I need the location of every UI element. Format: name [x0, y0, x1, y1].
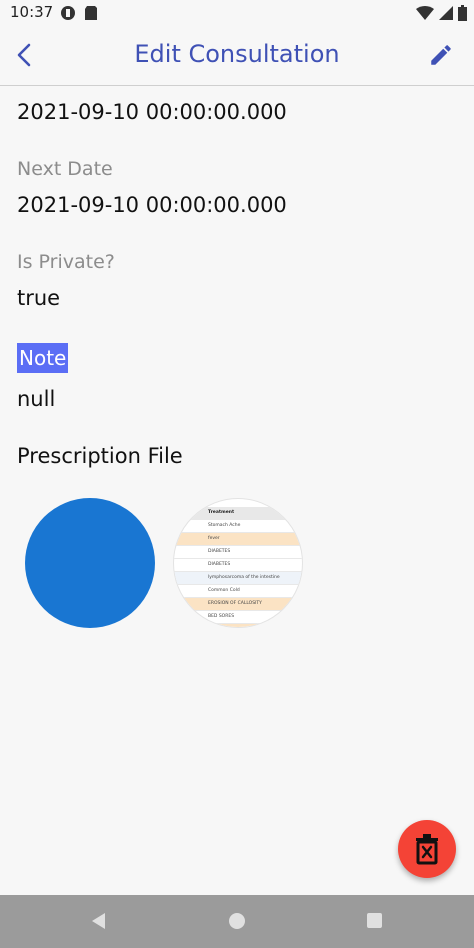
prescription-file-title: Prescription File	[17, 444, 183, 468]
pencil-icon	[431, 45, 451, 65]
next-date-label: Next Date	[17, 158, 113, 180]
trash-icon	[416, 834, 438, 865]
nav-back-icon[interactable]	[90, 912, 108, 934]
note-value: null	[17, 387, 56, 411]
prescription-image-thumbnail[interactable]: Treatment Stomach Ache fever DIABETES DI…	[173, 498, 303, 628]
sd-card-icon	[84, 5, 98, 25]
is-private-value: true	[17, 286, 61, 310]
thumbnail-row: DIABETES	[174, 546, 302, 559]
thumbnail-row: EROSION OF CALLOSITY	[174, 598, 302, 611]
nav-home-icon[interactable]	[228, 912, 246, 934]
thumbnail-row: DIABETES	[174, 559, 302, 572]
note-label: Note	[17, 343, 69, 373]
thumbnail-header: Treatment	[174, 507, 302, 520]
prescription-image-placeholder[interactable]	[25, 498, 155, 628]
thumbnail-row: BED SORES	[174, 611, 302, 624]
thumbnail-row: Common Cold	[174, 585, 302, 598]
signal-icon	[438, 5, 454, 25]
thumbnail-row: lymphosarcoma of the intestine	[174, 572, 302, 585]
date-value: 2021-09-10 00:00:00.000	[17, 100, 287, 124]
app-notification-icon	[60, 5, 76, 25]
system-nav-bar	[0, 895, 474, 948]
wifi-icon	[416, 5, 434, 25]
page-title: Edit Consultation	[134, 40, 340, 68]
edit-button[interactable]	[428, 42, 458, 72]
app-bar: Edit Consultation	[0, 26, 474, 86]
thumbnail-row: fever	[174, 533, 302, 546]
delete-fab-button[interactable]	[398, 820, 456, 878]
next-date-value: 2021-09-10 00:00:00.000	[17, 193, 287, 217]
thumbnail-table: Treatment Stomach Ache fever DIABETES DI…	[174, 507, 302, 627]
thumbnail-row: cataract	[174, 624, 302, 627]
battery-icon	[458, 5, 467, 25]
nav-recents-icon[interactable]	[366, 912, 383, 933]
status-time: 10:37	[10, 3, 54, 21]
thumbnail-row: Stomach Ache	[174, 520, 302, 533]
is-private-label: Is Private?	[17, 251, 115, 273]
status-bar: 10:37	[0, 0, 474, 26]
